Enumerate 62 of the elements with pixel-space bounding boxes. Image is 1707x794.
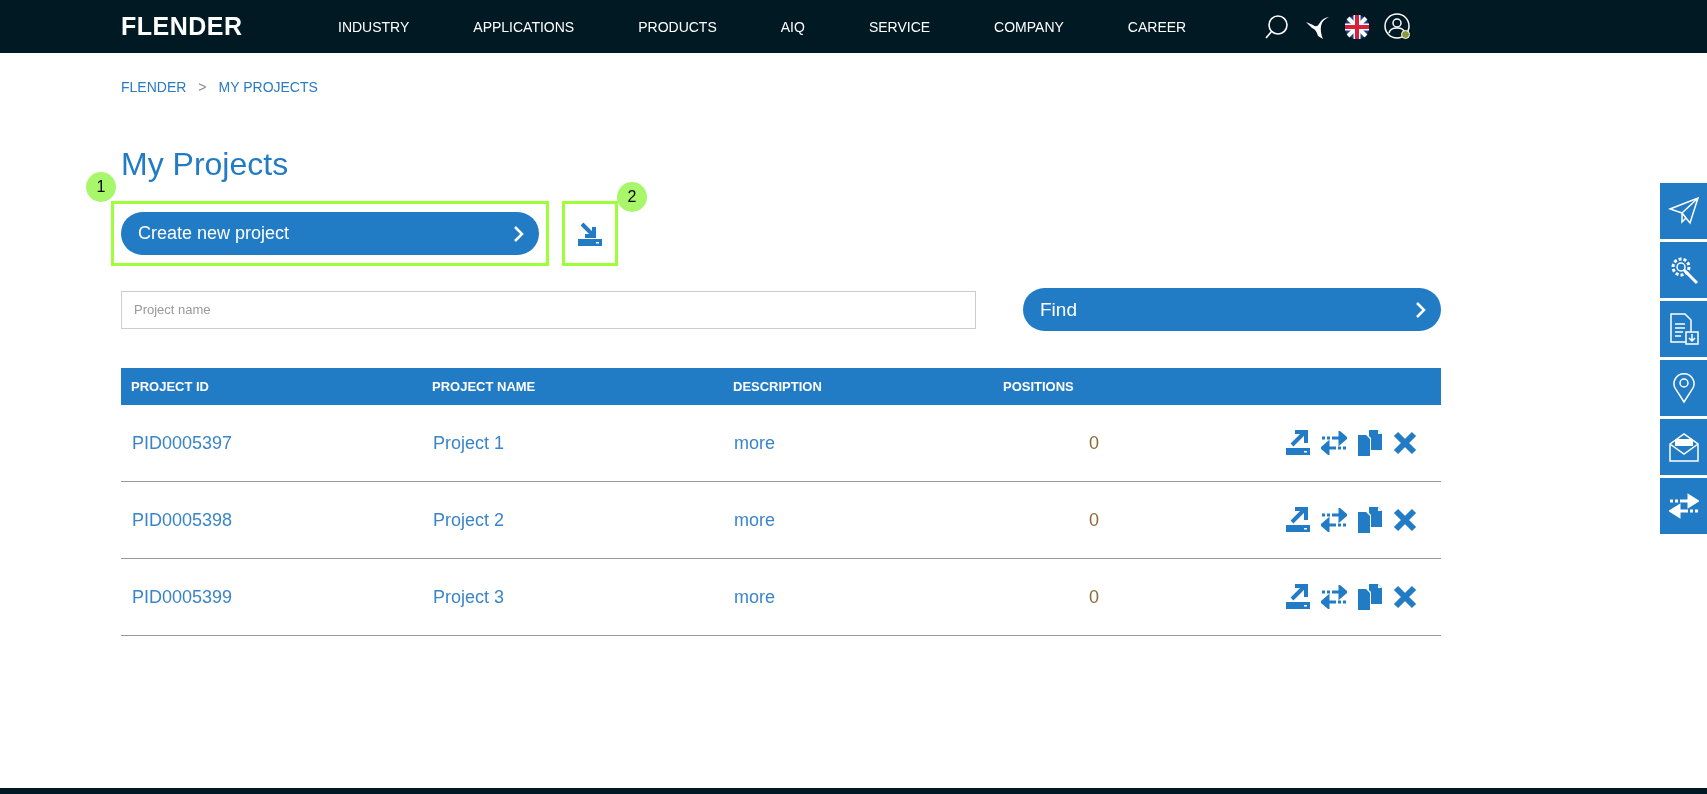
document-download-icon bbox=[1667, 312, 1700, 346]
delete-icon[interactable] bbox=[1393, 585, 1417, 610]
location-pin-icon bbox=[1671, 372, 1696, 404]
user-icon[interactable] bbox=[1384, 12, 1413, 41]
positions-count: 0 bbox=[1089, 432, 1099, 453]
side-tab[interactable] bbox=[1660, 478, 1707, 534]
more-link[interactable]: more bbox=[734, 586, 775, 607]
side-tab[interactable] bbox=[1660, 360, 1707, 416]
search-icon[interactable] bbox=[1264, 13, 1291, 40]
chevron-icon bbox=[1415, 300, 1427, 319]
logo[interactable]: FLENDER bbox=[121, 12, 338, 41]
positions-count: 0 bbox=[1089, 586, 1099, 607]
copy-icon[interactable] bbox=[1357, 506, 1383, 535]
page-title: My Projects bbox=[121, 145, 290, 184]
side-tab[interactable] bbox=[1660, 301, 1707, 357]
swap-arrows-icon[interactable] bbox=[1321, 585, 1347, 610]
find-button[interactable]: Find bbox=[1023, 288, 1441, 332]
export-icon[interactable] bbox=[1285, 507, 1311, 534]
create-project-button[interactable]: Create new project bbox=[121, 212, 539, 256]
nav-link[interactable]: CAREER bbox=[1127, 18, 1187, 35]
column-header: POSITIONS bbox=[1002, 379, 1075, 395]
nav-link[interactable]: INDUSTRY bbox=[338, 18, 410, 35]
project-name-link[interactable]: Project 3 bbox=[433, 586, 505, 607]
project-id-link[interactable]: PID0005398 bbox=[132, 509, 233, 530]
side-tab[interactable] bbox=[1660, 242, 1707, 298]
project-name-link[interactable]: Project 2 bbox=[433, 509, 505, 530]
positions-count: 0 bbox=[1089, 509, 1099, 530]
nav-link[interactable]: COMPANY bbox=[994, 18, 1064, 35]
annotation-badge: 2 bbox=[617, 182, 647, 213]
side-tab[interactable] bbox=[1660, 183, 1707, 239]
nav-link[interactable]: SERVICE bbox=[868, 18, 931, 35]
breadcrumb-link[interactable]: MY PROJECTS bbox=[218, 79, 318, 95]
project-name-field[interactable]: Project name bbox=[121, 290, 976, 329]
copy-icon[interactable] bbox=[1357, 429, 1383, 458]
swap-arrows-icon bbox=[1668, 493, 1699, 519]
column-header: PROJECT NAME bbox=[431, 379, 537, 395]
paper-plane-icon bbox=[1667, 195, 1700, 227]
side-tab[interactable] bbox=[1660, 419, 1707, 475]
export-icon[interactable] bbox=[1285, 584, 1311, 611]
export-icon[interactable] bbox=[1285, 430, 1311, 457]
project-name-link[interactable]: Project 1 bbox=[433, 432, 505, 453]
project-id-link[interactable]: PID0005399 bbox=[132, 586, 233, 607]
swap-arrows-icon[interactable] bbox=[1321, 431, 1347, 456]
more-link[interactable]: more bbox=[734, 432, 775, 453]
nav-link[interactable]: AIQ bbox=[780, 18, 805, 35]
breadcrumb-link[interactable]: FLENDER bbox=[121, 79, 187, 95]
nav-link[interactable]: APPLICATIONS bbox=[473, 18, 575, 35]
envelope-icon bbox=[1667, 431, 1700, 463]
copy-icon[interactable] bbox=[1357, 583, 1383, 612]
more-link[interactable]: more bbox=[734, 509, 775, 530]
column-header: DESCRIPTION bbox=[732, 379, 823, 395]
delete-icon[interactable] bbox=[1393, 508, 1417, 533]
delete-icon[interactable] bbox=[1393, 431, 1417, 456]
breadcrumb-separator: > bbox=[198, 79, 207, 95]
nav-link[interactable]: PRODUCTS bbox=[638, 18, 717, 35]
chevron-icon bbox=[513, 224, 525, 243]
annotation-badge: 1 bbox=[86, 172, 116, 203]
flag-icon[interactable] bbox=[1344, 13, 1371, 40]
project-id-link[interactable]: PID0005397 bbox=[132, 432, 233, 453]
swap-arrows-icon[interactable] bbox=[1321, 508, 1347, 533]
column-header: PROJECT ID bbox=[130, 379, 210, 395]
import-icon[interactable] bbox=[577, 220, 603, 247]
